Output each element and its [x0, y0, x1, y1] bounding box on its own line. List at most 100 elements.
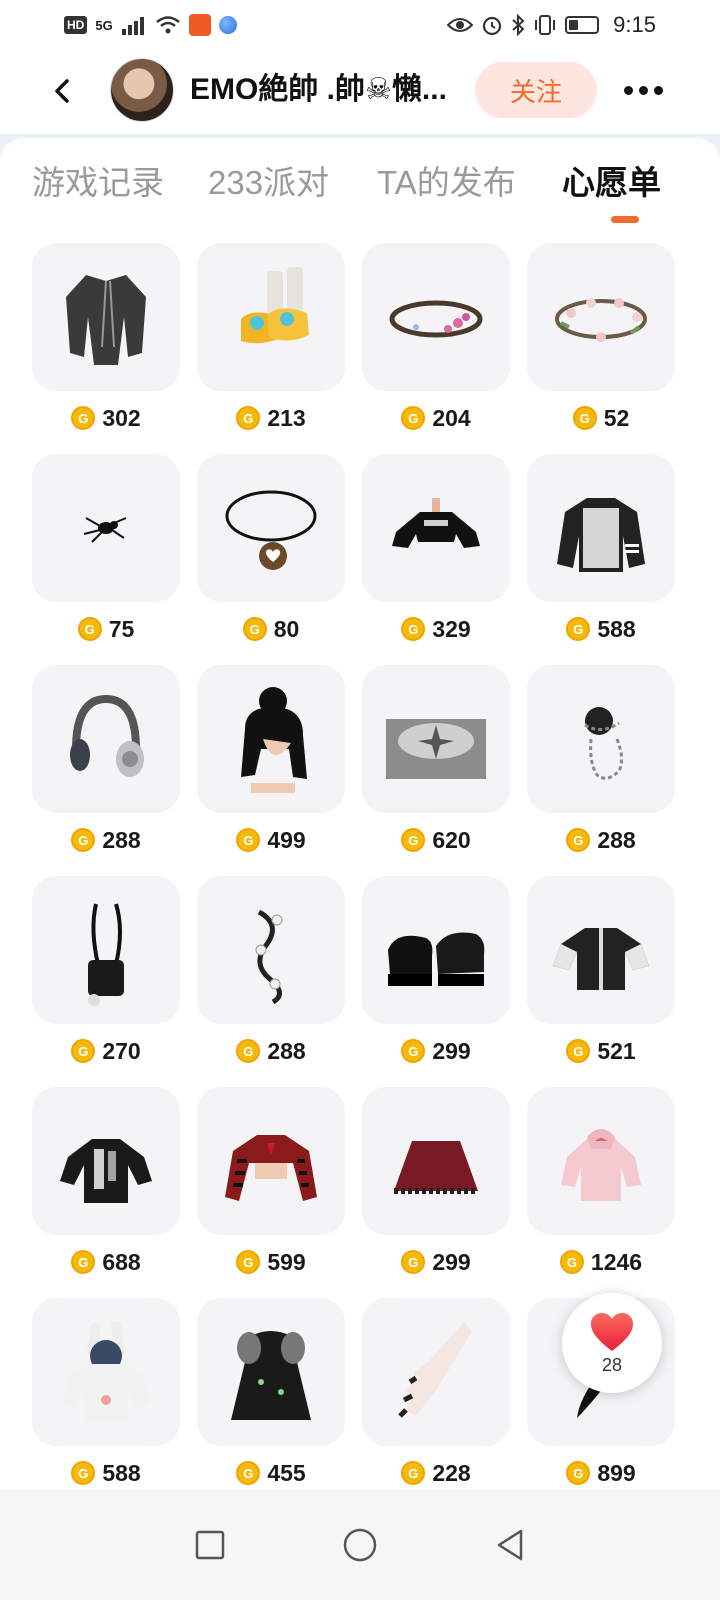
item-thumbnail [527, 1087, 675, 1235]
item-price: G 288 [32, 825, 180, 855]
item-price: G 455 [197, 1458, 345, 1488]
wishlist-item[interactable]: G 1246 [527, 1087, 675, 1298]
wishlist-item[interactable]: G 52 [527, 243, 675, 454]
item-price: G 75 [32, 614, 180, 644]
price-value: 499 [267, 826, 306, 853]
more-dot-icon [638, 85, 648, 95]
wishlist-item[interactable]: G 521 [527, 876, 675, 1087]
coin-icon: G [566, 1461, 591, 1485]
app-notification-icon [188, 14, 211, 36]
tab-233-party[interactable]: 233派对 [208, 158, 329, 208]
price-value: 213 [267, 404, 306, 431]
coin-icon: G [401, 1461, 426, 1485]
coin-icon: G [236, 406, 261, 430]
coin-icon: G [71, 1250, 96, 1274]
item-price: G 288 [527, 825, 675, 855]
item-price: G 52 [527, 403, 675, 433]
avatar[interactable] [110, 58, 174, 122]
wishlist-item[interactable]: G 688 [32, 1087, 180, 1298]
like-button[interactable]: 28 [562, 1293, 662, 1393]
item-thumbnail [527, 665, 675, 813]
coin-icon: G [401, 617, 426, 641]
alarm-icon [483, 16, 502, 36]
item-price: G 299 [362, 1247, 510, 1277]
wishlist-item[interactable]: G 288 [527, 665, 675, 876]
bun-hairstyle-icon [241, 687, 307, 793]
coin-icon: G [566, 1039, 591, 1063]
bluetooth-icon [512, 14, 525, 36]
square-icon [195, 1530, 225, 1560]
wishlist-item[interactable]: G 204 [362, 243, 510, 454]
battery-icon [565, 16, 600, 34]
coin-icon: G [566, 617, 591, 641]
wishlist-item[interactable]: G 228 [362, 1298, 510, 1509]
coin-icon: G [71, 406, 96, 430]
recents-button[interactable] [190, 1525, 230, 1565]
wishlist-item[interactable]: G 620 [362, 665, 510, 876]
price-value: 455 [267, 1459, 306, 1486]
home-button[interactable] [340, 1525, 380, 1565]
like-count: 28 [601, 1354, 623, 1375]
graphic-sweater-icon [557, 498, 645, 572]
wishlist-item[interactable]: G 288 [197, 876, 345, 1087]
more-options-button[interactable] [618, 72, 668, 108]
back-button[interactable] [46, 74, 80, 108]
wishlist-item[interactable]: G 588 [527, 454, 675, 665]
follow-button[interactable]: 关注 [475, 62, 597, 118]
tab-wishlist[interactable]: 心愿单 [562, 158, 661, 208]
tab-ta-posts[interactable]: TA的发布 [377, 158, 516, 208]
crossbody-bag-icon [88, 903, 124, 1006]
thorn-crown-icon [389, 300, 483, 338]
wishlist-item[interactable]: G 288 [32, 665, 180, 876]
coin-icon: G [401, 1250, 426, 1274]
wishlist-item[interactable]: G 80 [197, 454, 345, 665]
item-thumbnail [32, 665, 180, 813]
price-value: 228 [432, 1459, 471, 1486]
striped-top-icon [225, 1135, 317, 1201]
tab-game-records[interactable]: 游戏记录 [32, 158, 164, 208]
price-value: 599 [267, 1248, 306, 1275]
back-nav-button[interactable] [490, 1525, 530, 1565]
item-thumbnail [362, 876, 510, 1024]
coin-icon: G [236, 1250, 261, 1274]
hand-nails-icon [398, 1322, 472, 1418]
item-price: G 521 [527, 1036, 675, 1066]
chevron-left-icon [55, 79, 69, 103]
wishlist-item[interactable]: G 299 [362, 1087, 510, 1298]
headphones-icon [70, 694, 144, 777]
jacket-icon [66, 275, 146, 365]
coin-icon: G [401, 1039, 426, 1063]
price-value: 299 [432, 1037, 471, 1064]
wishlist-item[interactable]: G 455 [197, 1298, 345, 1509]
price-value: 75 [108, 615, 135, 642]
item-thumbnail [362, 1087, 510, 1235]
status-bar: HD 5G 9:15 [0, 0, 720, 50]
wishlist-item[interactable]: G 213 [197, 243, 345, 454]
coin-icon: G [71, 828, 96, 852]
wishlist-item[interactable]: G 599 [197, 1087, 345, 1298]
wishlist-item[interactable]: G 299 [362, 876, 510, 1087]
wishlist-item[interactable]: G 75 [32, 454, 180, 665]
price-value: 52 [603, 404, 630, 431]
wishlist-item[interactable]: G 302 [32, 243, 180, 454]
more-dot-icon [653, 85, 663, 95]
item-thumbnail [527, 876, 675, 1024]
item-price: G 620 [362, 825, 510, 855]
item-thumbnail [362, 1298, 510, 1446]
wishlist-item[interactable]: G 270 [32, 876, 180, 1087]
item-thumbnail [197, 1298, 345, 1446]
username: EMO絶帥 .帥☠懶... [190, 73, 447, 106]
item-price: G 302 [32, 403, 180, 433]
wishlist-item[interactable]: G 588 [32, 1298, 180, 1509]
item-price: G 329 [362, 614, 510, 644]
item-thumbnail [197, 243, 345, 391]
item-thumbnail [527, 243, 675, 391]
active-tab-indicator [611, 216, 639, 223]
coin-icon: G [559, 1250, 584, 1274]
wishlist-item[interactable]: G 329 [362, 454, 510, 665]
wishlist-item[interactable]: G 499 [197, 665, 345, 876]
price-value: 521 [597, 1037, 636, 1064]
gothic-dress-icon [231, 1331, 311, 1420]
signal-icon [121, 17, 144, 35]
price-value: 270 [102, 1037, 141, 1064]
